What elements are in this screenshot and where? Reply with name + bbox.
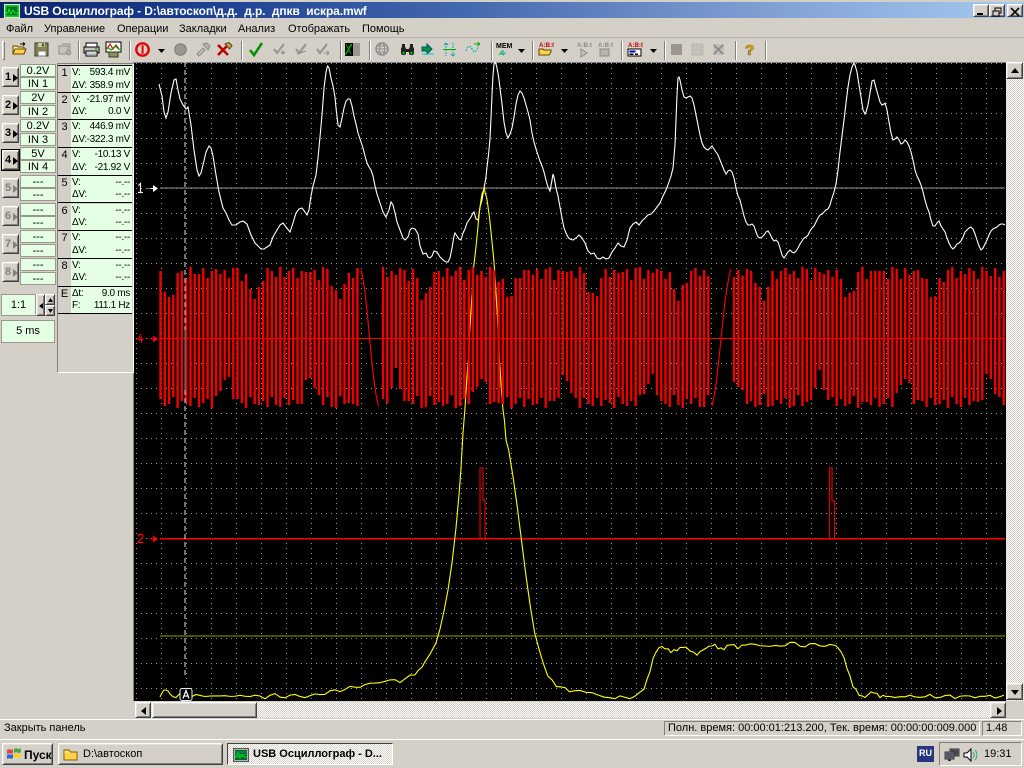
svg-text:A:B:C: A:B:C: [598, 42, 613, 49]
svg-text:A:B:C: A:B:C: [539, 42, 554, 49]
svg-text:MEM: MEM: [496, 43, 512, 50]
svg-text:?: ?: [745, 42, 754, 58]
svg-text:A:B:C: A:B:C: [628, 42, 643, 49]
svg-text:A:B:C: A:B:C: [577, 42, 592, 49]
